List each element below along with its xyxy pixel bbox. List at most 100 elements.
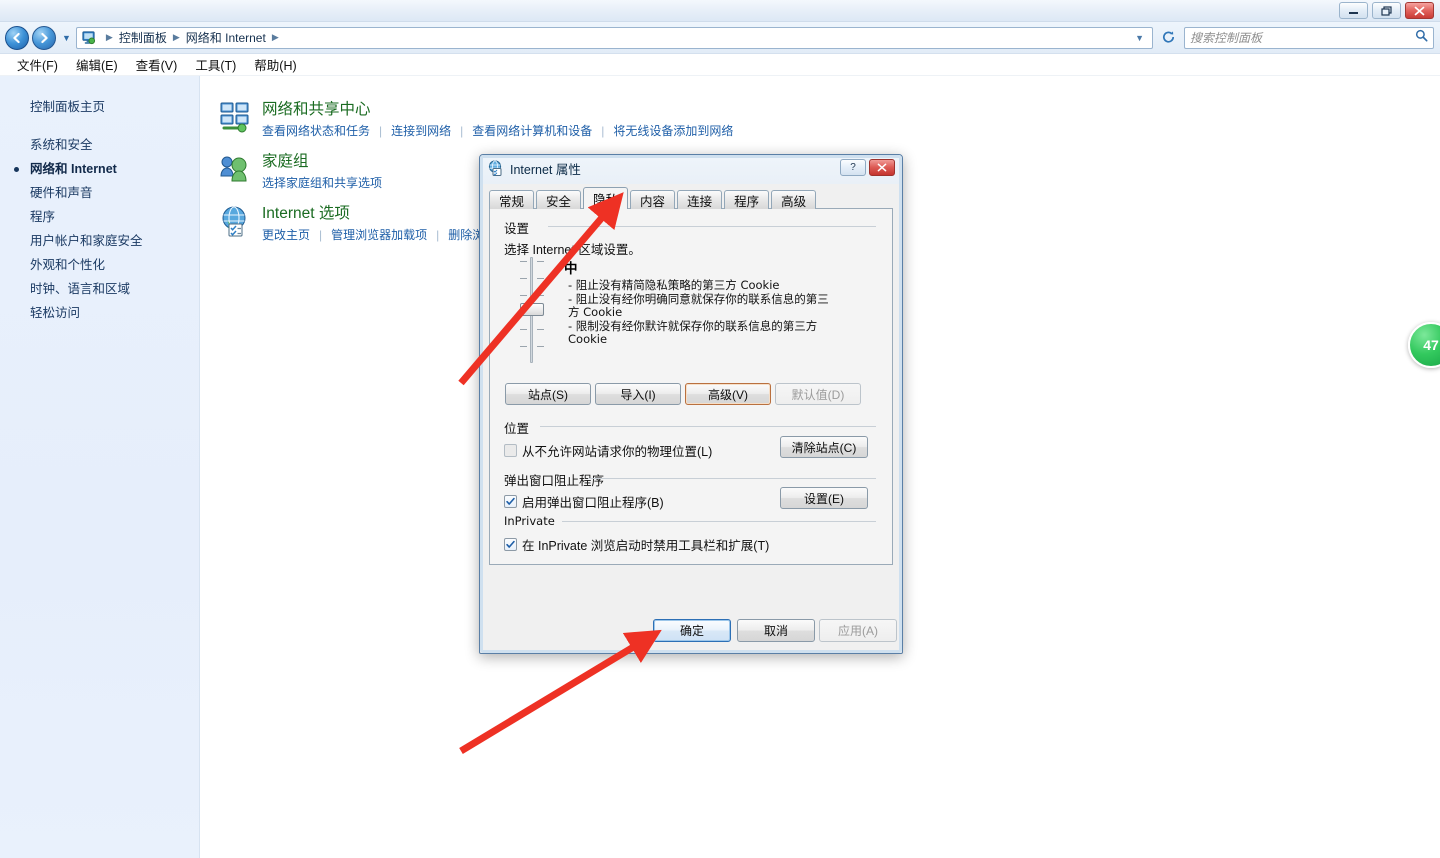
privacy-tab-panel: 设置 选择 Internet 区域设置。 中 - 阻止没有精简隐私策略的第三方 … <box>489 208 893 565</box>
help-button[interactable]: ? <box>840 159 866 176</box>
inprivate-group-rule <box>562 521 876 522</box>
sidebar-item-ease-of-access[interactable]: 轻松访问 <box>0 301 199 325</box>
sidebar-item-appearance[interactable]: 外观和个性化 <box>0 253 199 277</box>
search-box[interactable]: 搜索控制面板 <box>1184 26 1434 49</box>
dialog-titlebar: Internet 属性 ? <box>480 155 902 181</box>
network-sharing-icon <box>218 100 252 134</box>
sidebar-item-programs[interactable]: 程序 <box>0 205 199 229</box>
close-button[interactable] <box>1405 2 1434 19</box>
location-group-label: 位置 <box>504 418 536 437</box>
control-panel-window: ▼ ▶ 控制面板 ▶ 网络和 Internet ▶ ▼ 搜索控制面板 文件(F)… <box>0 0 1440 858</box>
advanced-button[interactable]: 高级(V) <box>685 383 771 405</box>
settings-group-label: 设置 <box>504 218 536 237</box>
sites-button[interactable]: 站点(S) <box>505 383 591 405</box>
back-button[interactable] <box>5 25 29 50</box>
link-add-wireless-device[interactable]: 将无线设备添加到网络 <box>613 122 733 139</box>
link-view-network-computers[interactable]: 查看网络计算机和设备 <box>472 122 592 139</box>
tab-security[interactable]: 安全 <box>536 190 582 209</box>
link-change-homepage[interactable]: 更改主页 <box>262 226 310 243</box>
sidebar-item-user-accounts[interactable]: 用户帐户和家庭安全 <box>0 229 199 253</box>
category-links: 查看网络状态和任务 | 连接到网络 | 查看网络计算机和设备 | 将无线设备添加… <box>262 122 733 139</box>
dialog-close-button[interactable] <box>869 159 895 176</box>
control-panel-icon <box>81 30 97 46</box>
privacy-level-slider[interactable] <box>506 255 558 365</box>
tab-connections[interactable]: 连接 <box>677 190 723 209</box>
inprivate-group-label: InPrivate <box>504 514 561 528</box>
menu-view[interactable]: 查看(V) <box>127 53 187 76</box>
breadcrumb-control-panel[interactable]: 控制面板 <box>119 29 167 46</box>
sidebar-item-system-security[interactable]: 系统和安全 <box>0 133 199 157</box>
popup-settings-button[interactable]: 设置(E) <box>780 487 868 509</box>
privacy-desc-line-1: - 阻止没有精简隐私策略的第三方 Cookie <box>568 278 780 292</box>
tab-programs[interactable]: 程序 <box>724 190 770 209</box>
privacy-level-name: 中 <box>564 261 578 276</box>
sidebar-item-home[interactable]: 控制面板主页 <box>0 92 199 119</box>
category-title[interactable]: 家庭组 <box>262 152 382 172</box>
category-network-sharing-center: 网络和共享中心 查看网络状态和任务 | 连接到网络 | 查看网络计算机和设备 |… <box>218 100 733 139</box>
link-view-network-status[interactable]: 查看网络状态和任务 <box>262 122 370 139</box>
dialog-window-controls: ? <box>840 159 895 176</box>
dialog-footer: 确定 取消 应用(A) <box>489 619 897 643</box>
popup-group-label: 弹出窗口阻止程序 <box>504 470 611 489</box>
enable-popup-blocker-checkbox[interactable] <box>504 495 517 508</box>
menu-help[interactable]: 帮助(H) <box>245 53 305 76</box>
ok-button[interactable]: 确定 <box>653 619 731 642</box>
internet-properties-dialog: Internet 属性 ? 常规 安全 隐私 内容 连接 程序 高级 设置 选择… <box>479 154 903 654</box>
link-choose-homegroup-options[interactable]: 选择家庭组和共享选项 <box>262 174 382 191</box>
internet-options-icon <box>218 204 252 238</box>
breadcrumb-separator: ▶ <box>271 32 279 42</box>
address-bar[interactable]: ▶ 控制面板 ▶ 网络和 Internet ▶ ▼ <box>75 26 1153 49</box>
disable-toolbars-inprivate-checkbox[interactable] <box>504 538 517 551</box>
address-dropdown-chevron-icon[interactable]: ▼ <box>1135 33 1144 43</box>
tab-privacy[interactable]: 隐私 <box>583 187 629 209</box>
menu-tools[interactable]: 工具(T) <box>186 53 245 76</box>
link-separator: | <box>601 123 605 138</box>
breadcrumb-network-internet[interactable]: 网络和 Internet <box>186 29 266 46</box>
breadcrumb-separator: ▶ <box>172 32 180 42</box>
inprivate-checkbox-label: 在 InPrivate 浏览启动时禁用工具栏和扩展(T) <box>522 539 770 553</box>
popup-group-rule <box>588 478 876 479</box>
window-titlebar <box>0 0 1440 22</box>
location-checkbox-row[interactable]: 从不允许网站请求你的物理位置(L) <box>504 441 712 460</box>
restore-button[interactable] <box>1372 2 1401 19</box>
tab-content[interactable]: 内容 <box>630 190 676 209</box>
location-group-rule <box>540 426 876 427</box>
popup-checkbox-label: 启用弹出窗口阻止程序(B) <box>522 496 664 510</box>
never-allow-location-checkbox[interactable] <box>504 444 517 457</box>
link-separator: | <box>436 227 440 242</box>
recent-pages-chevron-icon[interactable]: ▼ <box>62 33 71 43</box>
menu-edit[interactable]: 编辑(E) <box>67 53 127 76</box>
navigation-bar: ▼ ▶ 控制面板 ▶ 网络和 Internet ▶ ▼ 搜索控制面板 <box>0 22 1440 54</box>
tab-general[interactable]: 常规 <box>489 190 535 209</box>
import-button[interactable]: 导入(I) <box>595 383 681 405</box>
window-controls <box>1339 2 1434 19</box>
sidebar-item-network-internet[interactable]: 网络和 Internet <box>0 157 199 181</box>
slider-thumb[interactable] <box>520 303 544 316</box>
link-connect-to-network[interactable]: 连接到网络 <box>391 122 451 139</box>
sidebar: 控制面板主页 系统和安全 网络和 Internet 硬件和声音 程序 用户帐户和… <box>0 76 200 858</box>
dialog-tabs: 常规 安全 隐私 内容 连接 程序 高级 <box>489 187 818 209</box>
homegroup-icon <box>218 152 252 186</box>
default-button: 默认值(D) <box>775 383 861 405</box>
privacy-desc-line-3: - 限制没有经你默许就保存你的联系信息的第三方 Cookie <box>568 318 818 346</box>
menu-bar: 文件(F) 编辑(E) 查看(V) 工具(T) 帮助(H) <box>0 54 1440 76</box>
menu-file[interactable]: 文件(F) <box>8 53 67 76</box>
refresh-button[interactable] <box>1157 27 1179 49</box>
checkmark-icon <box>506 540 515 548</box>
forward-button[interactable] <box>32 25 56 50</box>
sidebar-item-hardware-sound[interactable]: 硬件和声音 <box>0 181 199 205</box>
cancel-button[interactable]: 取消 <box>737 619 815 642</box>
breadcrumb-separator: ▶ <box>105 32 113 42</box>
category-title[interactable]: 网络和共享中心 <box>262 100 733 120</box>
tab-advanced[interactable]: 高级 <box>771 190 817 209</box>
search-input[interactable]: 搜索控制面板 <box>1190 29 1415 46</box>
clear-sites-button[interactable]: 清除站点(C) <box>780 436 868 458</box>
checkmark-icon <box>506 497 515 505</box>
link-manage-addons[interactable]: 管理浏览器加载项 <box>331 226 427 243</box>
minimize-button[interactable] <box>1339 2 1368 19</box>
privacy-desc-line-2: - 阻止没有经你明确同意就保存你的联系信息的第三 方 Cookie <box>568 291 829 319</box>
internet-properties-icon <box>488 160 504 176</box>
sidebar-item-clock-language[interactable]: 时钟、语言和区域 <box>0 277 199 301</box>
inprivate-checkbox-row[interactable]: 在 InPrivate 浏览启动时禁用工具栏和扩展(T) <box>504 535 769 554</box>
popup-checkbox-row[interactable]: 启用弹出窗口阻止程序(B) <box>504 492 664 511</box>
